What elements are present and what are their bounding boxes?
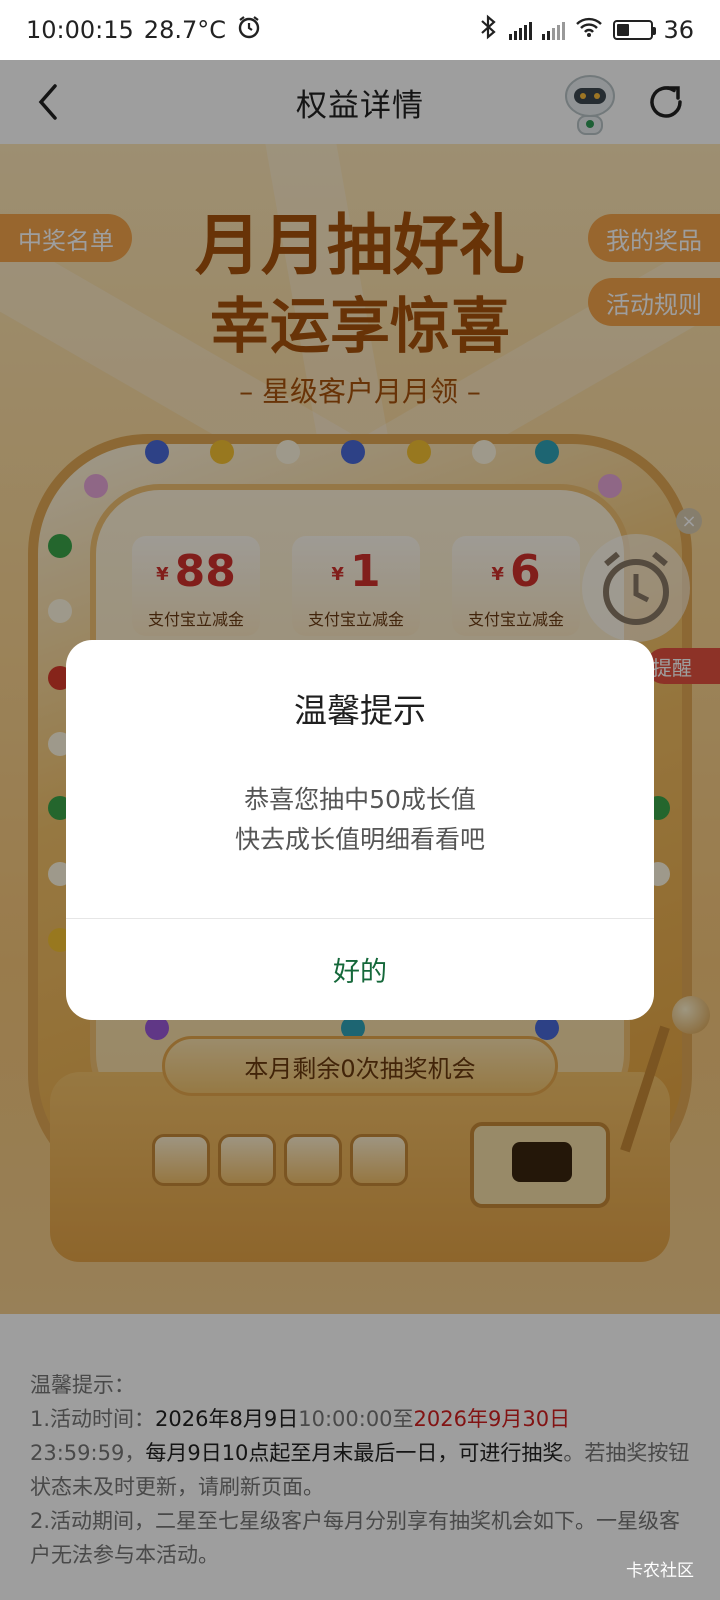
signal-icon <box>509 20 533 40</box>
battery-icon <box>613 20 657 40</box>
bluetooth-icon <box>479 14 499 46</box>
signal-icon <box>542 20 566 40</box>
tip-dialog: 温馨提示 恭喜您抽中50成长值 快去成长值明细看看吧 好的 <box>66 640 654 1020</box>
temperature: 28.7°C <box>143 16 226 44</box>
clock-time: 10:00:15 <box>26 16 134 44</box>
dialog-message-line: 快去成长值明细看看吧 <box>234 825 485 854</box>
dialog-message: 恭喜您抽中50成长值 快去成长值明细看看吧 <box>66 780 654 860</box>
ok-button[interactable]: 好的 <box>66 919 654 1020</box>
status-bar: 10:00:15 28.7°C 36 <box>0 0 720 60</box>
watermark: 卡农社区 <box>626 1561 694 1581</box>
alarm-icon <box>236 14 262 46</box>
dialog-message-line: 恭喜您抽中50成长值 <box>244 785 476 814</box>
dialog-title: 温馨提示 <box>294 691 426 730</box>
battery-level: 36 <box>663 16 694 44</box>
wifi-icon <box>575 16 603 44</box>
